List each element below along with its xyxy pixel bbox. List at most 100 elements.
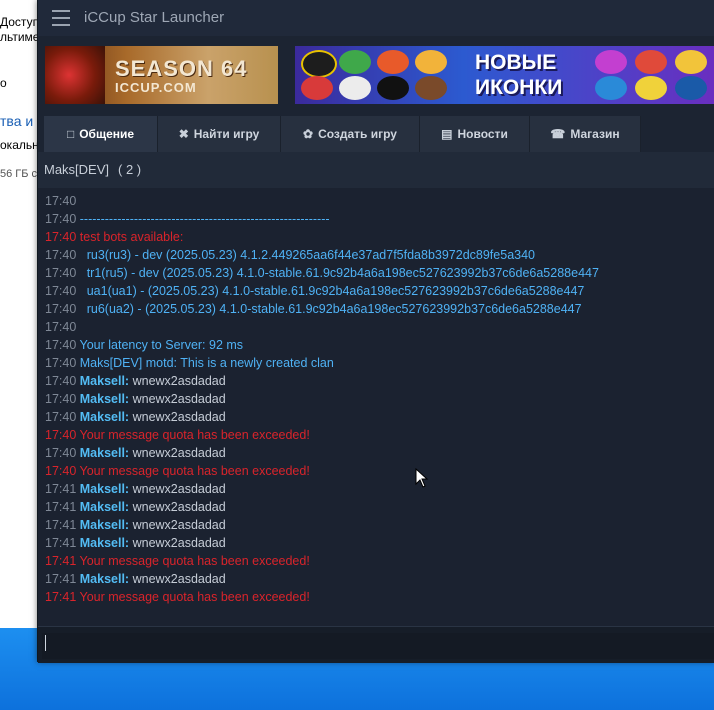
tab-chat[interactable]: □ Общение [44,116,158,152]
message-timestamp: 17:40 [45,428,77,442]
character-icon [415,76,447,100]
message-text: wnewx2asdadad [132,392,226,406]
tab-find-game[interactable]: ✖ Найти игру [158,116,281,152]
chat-message: 17:40 Maks[DEV] motd: This is a newly cr… [45,354,334,372]
system-message: Your latency to Server: 92 ms [79,338,244,352]
chat-message: 17:40 Maksell: wnewx2asdadad [45,390,226,408]
message-timestamp: 17:41 [45,518,77,532]
channel-user-count: ( 2 ) [118,162,142,177]
message-author[interactable]: Maksell: [80,572,129,586]
message-timestamp: 17:40 [45,248,77,262]
system-message: ua1(ua1) - (2025.05.23) 4.1.0-stable.61.… [79,284,585,298]
banner-row: SEASON 64 ICCUP.COM НОВЫЕ ИКОНКИ [38,36,714,112]
message-timestamp: 17:40 [45,410,77,424]
chat-input-bar [38,626,714,663]
tab-create-game-label: Создать игру [318,127,397,141]
chat-log: 17:40 17:40 ----------------------------… [38,188,714,626]
cart-icon: ☎ [550,127,566,141]
channel-header: Maks[DEV] ( 2 ) [38,152,714,188]
message-timestamp: 17:41 [45,572,77,586]
chat-message: 17:40 [45,192,76,210]
background-explorer-window: Доступ льтимед о тва и окальн 56 ГБ с [0,0,46,628]
system-message: Maks[DEV] motd: This is a newly created … [79,356,334,370]
message-timestamp: 17:41 [45,536,77,550]
message-author[interactable]: Maksell: [80,410,129,424]
chat-message: 17:40 [45,318,76,336]
message-author[interactable]: Maksell: [80,392,129,406]
create-game-icon: ✿ [303,127,314,141]
season-banner[interactable]: SEASON 64 ICCUP.COM [45,46,278,104]
character-icon [635,76,667,100]
character-icon [595,76,627,100]
chat-input[interactable] [42,633,714,659]
chat-message: 17:40 Your latency to Server: 92 ms [45,336,243,354]
message-timestamp: 17:40 [45,338,77,352]
tab-shop[interactable]: ☎ Магазин [530,116,641,152]
new-icons-line1: НОВЫЕ [475,51,557,74]
chat-message: 17:41 Maksell: wnewx2asdadad [45,570,226,588]
menu-icon[interactable] [52,10,70,26]
chat-message: 17:40 ua1(ua1) - (2025.05.23) 4.1.0-stab… [45,282,584,300]
message-text: wnewx2asdadad [132,374,226,388]
crossed-swords-icon: ✖ [178,127,189,141]
message-timestamp: 17:40 [45,212,77,226]
message-text: wnewx2asdadad [132,446,226,460]
message-timestamp: 17:41 [45,590,77,604]
tab-shop-label: Магазин [570,127,620,141]
character-icon [301,76,333,100]
title-bar: iCCup Star Launcher [38,0,714,36]
message-timestamp: 17:40 [45,230,77,244]
message-timestamp: 17:40 [45,320,77,334]
message-timestamp: 17:41 [45,554,77,568]
tab-news-label: Новости [457,127,508,141]
message-timestamp: 17:40 [45,266,77,280]
message-author[interactable]: Maksell: [80,536,129,550]
chat-message: 17:40 ----------------------------------… [45,210,330,228]
chat-message: 17:41 Your message quota has been exceed… [45,588,310,606]
character-icon [595,50,627,74]
main-tabs: □ Общение ✖ Найти игру ✿ Создать игру ▤ … [38,112,714,152]
character-icon [415,50,447,74]
system-message: ru6(ua2) - (2025.05.23) 4.1.0-stable.61.… [79,302,582,316]
desktop-text-devices: тва и [0,113,34,129]
desktop-text-disk-size: 56 ГБ с [0,168,38,180]
new-icons-title: НОВЫЕ ИКОНКИ [475,50,562,100]
system-message: ----------------------------------------… [79,212,330,226]
message-timestamp: 17:40 [45,356,77,370]
message-text: wnewx2asdadad [132,482,226,496]
chat-message: 17:40 Maksell: wnewx2asdadad [45,408,226,426]
chat-icon: □ [66,127,75,141]
character-icon [675,76,707,100]
system-message: ru3(ru3) - dev (2025.05.23) 4.1.2.449265… [79,248,535,262]
message-author[interactable]: Maksell: [80,518,129,532]
tab-news[interactable]: ▤ Новости [420,116,530,152]
tab-create-game[interactable]: ✿ Создать игру [281,116,420,152]
chat-message: 17:40 ru6(ua2) - (2025.05.23) 4.1.0-stab… [45,300,582,318]
error-message: Your message quota has been exceeded! [79,428,310,442]
message-text: wnewx2asdadad [132,500,226,514]
system-message: tr1(ru5) - dev (2025.05.23) 4.1.0-stable… [79,266,599,280]
character-icon [635,50,667,74]
message-text: wnewx2asdadad [132,536,226,550]
character-icon [377,50,409,74]
message-timestamp: 17:40 [45,302,77,316]
channel-name: Maks[DEV] [44,162,110,177]
message-author[interactable]: Maksell: [80,482,129,496]
message-timestamp: 17:40 [45,194,77,208]
message-author[interactable]: Maksell: [80,500,129,514]
new-icons-banner[interactable]: НОВЫЕ ИКОНКИ [295,46,714,104]
error-message: Your message quota has been exceeded! [79,464,310,478]
season-character-image [45,46,105,104]
chat-message: 17:40 Maksell: wnewx2asdadad [45,444,226,462]
character-icon [301,50,337,78]
season-banner-title: SEASON 64 [115,56,248,81]
season-banner-site: ICCUP.COM [115,80,197,95]
message-author[interactable]: Maksell: [80,374,129,388]
message-author[interactable]: Maksell: [80,446,129,460]
text-caret [45,635,46,651]
character-icon [675,50,707,74]
tab-find-game-label: Найти игру [193,127,260,141]
chat-message: 17:41 Maksell: wnewx2asdadad [45,498,226,516]
chat-message: 17:40 tr1(ru5) - dev (2025.05.23) 4.1.0-… [45,264,599,282]
message-text: wnewx2asdadad [132,572,226,586]
